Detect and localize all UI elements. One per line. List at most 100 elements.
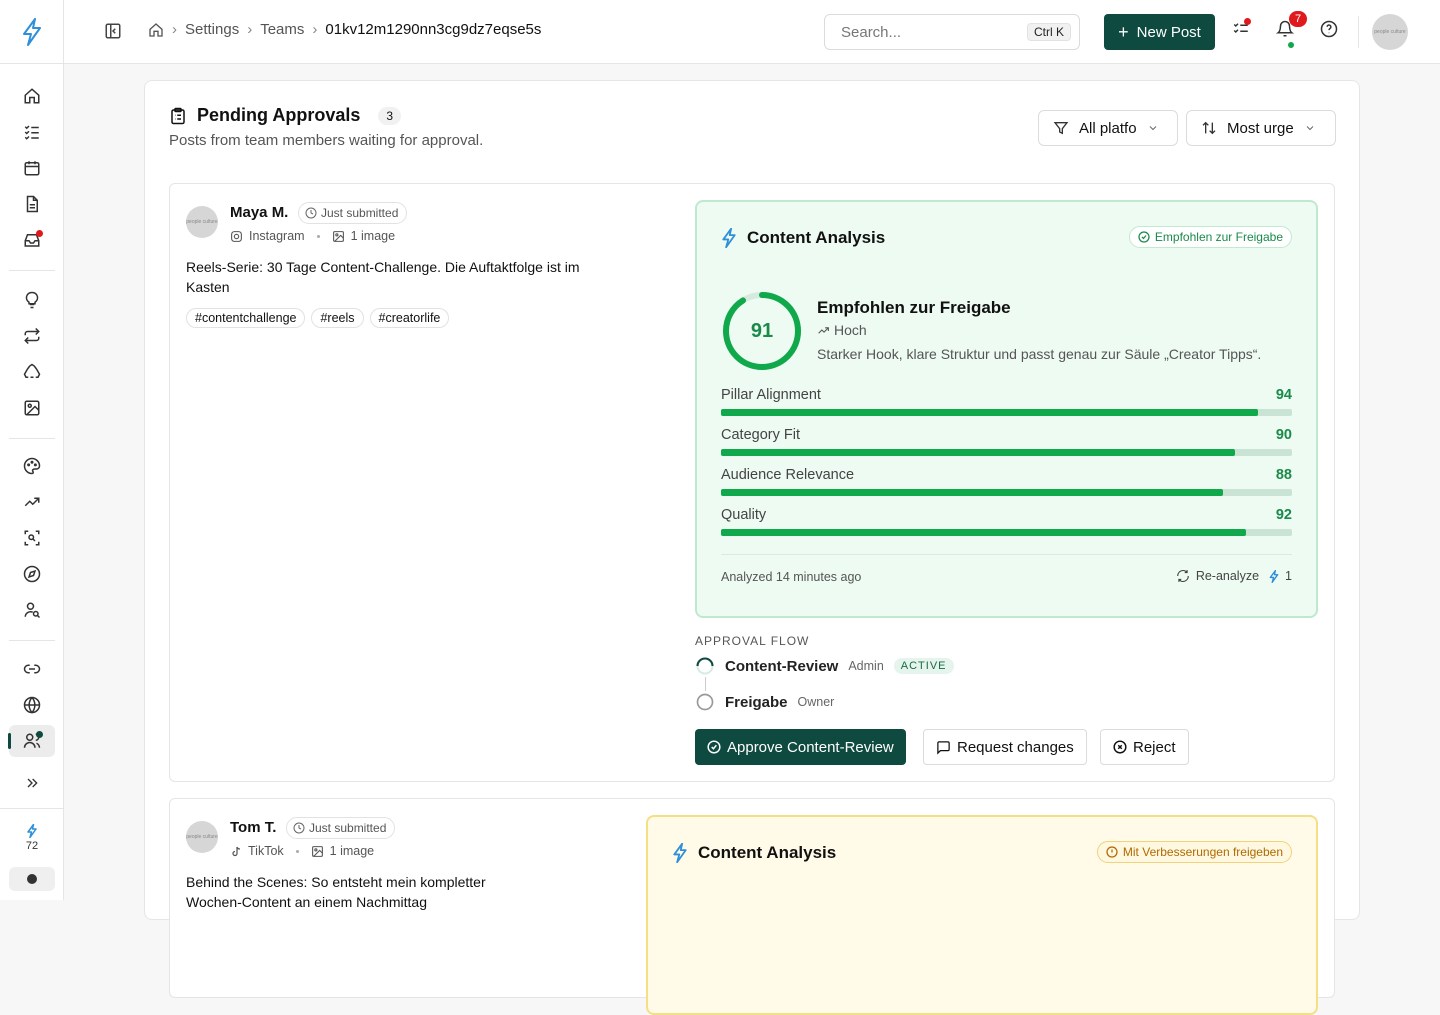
metric-bar — [721, 489, 1292, 496]
recommendation-badge: Empfohlen zur Freigabe — [1128, 226, 1292, 248]
sidebar-divider — [9, 640, 55, 641]
active-indicator — [8, 733, 11, 749]
sidebar-item-inbox[interactable] — [9, 224, 55, 256]
platform-name: Instagram — [249, 229, 305, 243]
clock-icon — [293, 822, 305, 834]
sidebar-item-trends[interactable] — [9, 486, 55, 518]
trending-up-icon — [818, 326, 829, 334]
sidebar-item-web[interactable] — [9, 689, 55, 721]
reanalyze-cost: 1 — [1285, 569, 1292, 583]
sidebar-item-media[interactable] — [9, 392, 55, 424]
sidebar-item-scan[interactable] — [9, 522, 55, 554]
new-post-button[interactable]: + New Post — [1104, 14, 1215, 50]
chevrons-right-icon — [27, 778, 38, 788]
tasks-icon — [24, 125, 39, 140]
search-input[interactable]: Search... Ctrl K — [824, 14, 1080, 50]
reanalyze-button[interactable]: Re-analyze 1 — [1176, 569, 1292, 583]
lightbulb-icon — [25, 291, 39, 309]
instagram-icon — [231, 230, 242, 242]
toggle-sidebar-button[interactable] — [104, 22, 122, 40]
sidebar-item-calendar[interactable] — [9, 152, 55, 184]
status-badge: Just submitted — [298, 202, 408, 224]
metric-bar-fill — [721, 489, 1224, 496]
image-icon — [311, 845, 323, 857]
clipboard-icon — [171, 107, 185, 124]
loading-icon — [696, 657, 714, 675]
help-button[interactable] — [1320, 20, 1338, 38]
platform-filter-value: All platfo — [1079, 119, 1137, 137]
sidebar-item-audience[interactable] — [9, 594, 55, 626]
flow-step-freigabe: Freigabe Owner — [695, 692, 834, 712]
image-icon — [24, 400, 40, 416]
sidebar-item-links[interactable] — [9, 653, 55, 685]
tasks-dot — [1244, 18, 1251, 25]
help-icon — [1320, 20, 1338, 38]
credits[interactable]: 72 — [0, 820, 64, 852]
image-icon — [332, 230, 344, 242]
breadcrumb: › Settings › Teams › 01kv12m1290nn3cg9dz… — [148, 21, 541, 38]
post-text: Reels-Serie: 30 Tage Content-Challenge. … — [186, 259, 580, 295]
level: Hoch — [817, 322, 867, 338]
status-dot — [27, 874, 37, 884]
new-post-label: New Post — [1136, 23, 1201, 41]
sidebar-item-explore[interactable] — [9, 558, 55, 590]
topbar: › Settings › Teams › 01kv12m1290nn3cg9dz… — [64, 0, 1440, 64]
reject-button[interactable]: Reject — [1100, 729, 1189, 765]
author-name: Tom T. — [230, 819, 277, 836]
request-changes-button[interactable]: Request changes — [923, 729, 1087, 765]
plus-icon: + — [1118, 22, 1129, 42]
sidebar-item-repeat[interactable] — [9, 320, 55, 352]
search-placeholder: Search... — [841, 23, 902, 41]
reanalyze-label: Re-analyze — [1195, 569, 1260, 583]
metric-label: Quality — [721, 507, 767, 523]
sidebar-item-recycle[interactable] — [9, 356, 55, 388]
user-search-icon — [24, 602, 41, 619]
metric-audience-relevance: Audience Relevance 88 — [721, 467, 1292, 496]
post-text: Behind the Scenes: So entsteht mein komp… — [186, 874, 486, 910]
breadcrumb-settings[interactable]: Settings — [185, 21, 239, 38]
approval-card: people culture Maya M. Just submitted In… — [169, 183, 1335, 782]
breadcrumb-home[interactable] — [148, 22, 164, 38]
chevron-right-icon: › — [172, 21, 177, 38]
bolt-icon — [673, 843, 687, 863]
metric-bar — [721, 449, 1292, 456]
status-indicator[interactable] — [9, 867, 55, 891]
search-shortcut: Ctrl K — [1027, 23, 1071, 41]
step-status-badge: ACTIVE — [893, 658, 954, 674]
trending-icon — [24, 497, 40, 507]
analysis-title-row: Content Analysis — [672, 843, 836, 863]
sidebar-item-ideas[interactable] — [9, 284, 55, 316]
sidebar-toggle-icon — [105, 23, 121, 39]
content-analysis-panel: Content Analysis Empfohlen zur Freigabe … — [695, 200, 1318, 618]
logo[interactable] — [0, 0, 63, 64]
breadcrumb-teams[interactable]: Teams — [260, 21, 304, 38]
meta-separator — [295, 849, 299, 853]
verdict: Empfohlen zur Freigabe — [817, 298, 1011, 317]
chevron-down-icon — [1149, 126, 1156, 131]
approval-flow-label: APPROVAL FLOW — [695, 634, 810, 648]
platform-filter[interactable]: All platfo — [1038, 110, 1178, 146]
user-avatar[interactable]: people culture — [1372, 14, 1408, 50]
analysis-divider — [721, 554, 1292, 555]
tasks-button[interactable] — [1232, 18, 1251, 38]
expand-sidebar-button[interactable] — [9, 767, 55, 799]
credits-count: 72 — [25, 840, 39, 852]
sidebar-item-tasks[interactable] — [9, 116, 55, 148]
content-analysis-panel: Content Analysis Mit Verbesserungen frei… — [646, 815, 1318, 1015]
metric-bar-fill — [721, 449, 1235, 456]
metric-label: Category Fit — [721, 427, 800, 443]
sidebar-item-home[interactable] — [9, 80, 55, 112]
sort-select[interactable]: Most urge — [1186, 110, 1336, 146]
approve-button[interactable]: Approve Content-Review — [695, 729, 906, 765]
sidebar-item-team[interactable] — [8, 725, 55, 757]
post-meta: Instagram 1 image — [230, 229, 395, 243]
metric-value: 92 — [1275, 507, 1292, 523]
approve-label: Approve Content-Review — [727, 738, 894, 756]
sidebar-divider — [9, 270, 55, 271]
bolt-icon — [27, 824, 37, 838]
sidebar-item-brand[interactable] — [9, 450, 55, 482]
online-dot — [1288, 42, 1294, 48]
sidebar-item-documents[interactable] — [9, 188, 55, 220]
recycle-icon — [23, 363, 41, 378]
metric-quality: Quality 92 — [721, 507, 1292, 536]
